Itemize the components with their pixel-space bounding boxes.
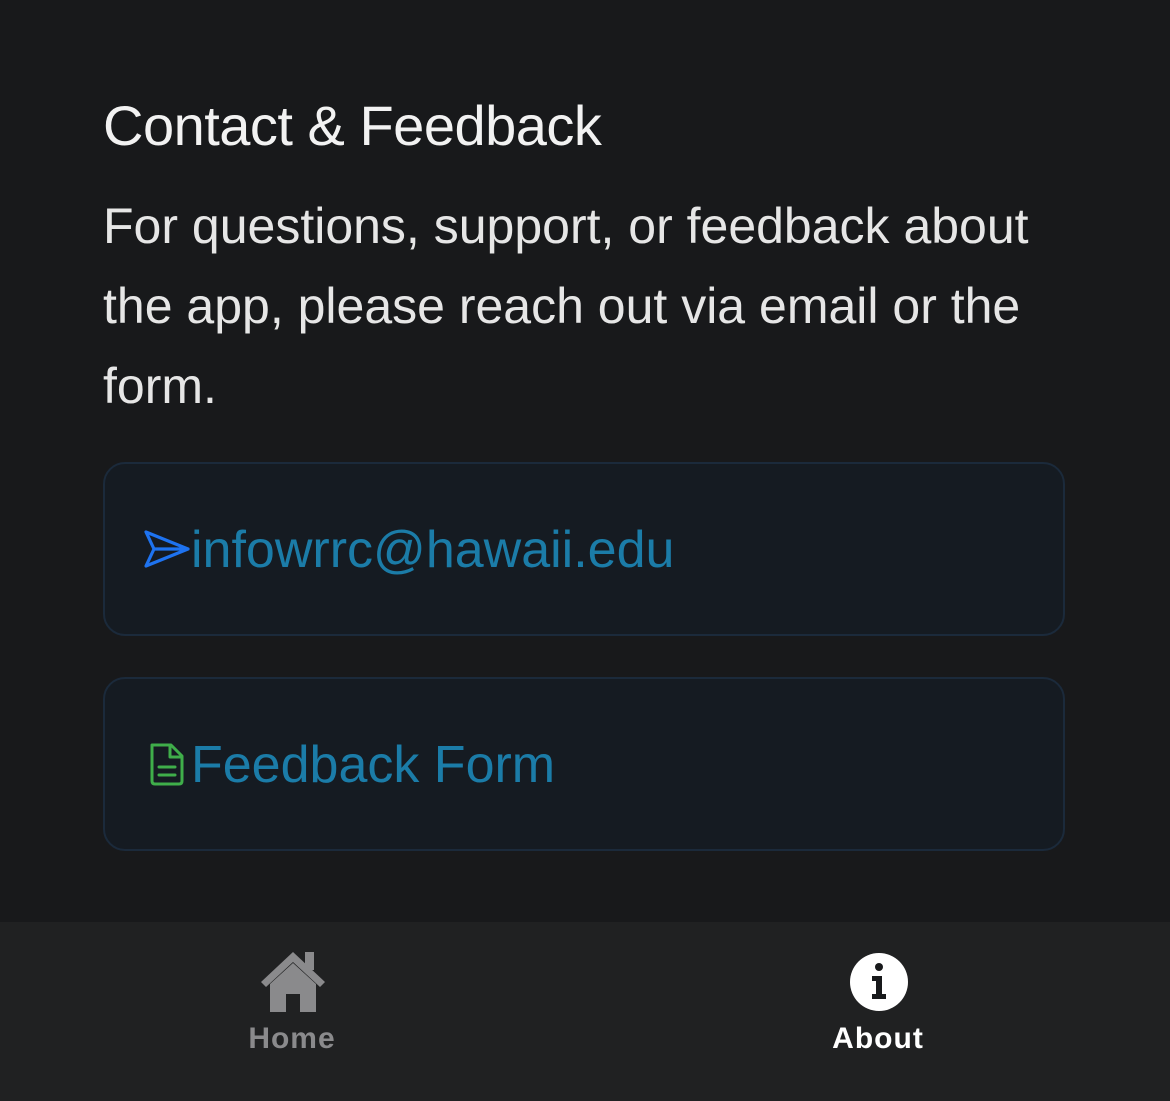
home-icon [257,946,329,1018]
section-description: For questions, support, or feedback abou… [103,198,1029,414]
document-icon [143,740,191,788]
feedback-form-label[interactable]: Feedback Form [191,735,555,795]
bottom-tab-bar: Home About [0,922,1170,1101]
email-link-label[interactable]: infowrrc@hawaii.edu [191,520,674,580]
tab-about[interactable]: About [728,922,1028,1101]
tab-about-label: About [832,1022,924,1055]
send-icon [143,525,191,573]
feedback-form-card[interactable]: Feedback Form [103,677,1065,851]
email-link-card[interactable]: infowrrc@hawaii.edu [103,462,1065,636]
tab-home[interactable]: Home [142,922,442,1101]
about-screen: Contact & Feedback For questions, suppor… [0,0,1170,1101]
tab-home-label: Home [248,1022,336,1055]
section-title: Contact & Feedback [103,94,602,157]
info-icon [843,946,915,1018]
